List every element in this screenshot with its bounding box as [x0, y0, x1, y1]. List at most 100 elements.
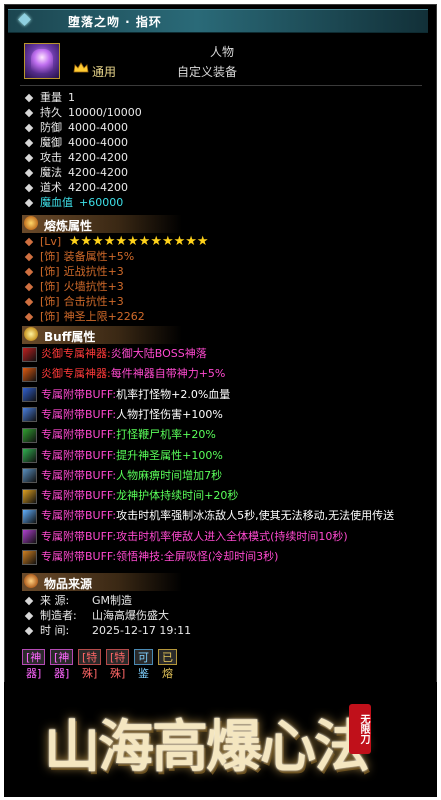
source-row: 来 源: GM制造: [22, 593, 132, 608]
source-section-header: 物品来源: [22, 573, 182, 591]
refine-tag: [饰]: [40, 310, 60, 323]
diamond-bullet-icon: [24, 252, 34, 261]
buff-row: 炎御专属神器:每件神器自带神力+5%: [22, 365, 225, 383]
diamond-bullet-icon: [24, 138, 34, 147]
buff-row: 炎御专属神器:炎御大陆BOSS神落: [22, 345, 207, 363]
refine-level-row: [Lv] ★★★★★★★★★★★★: [22, 234, 209, 249]
sword-red-icon: [22, 346, 37, 362]
item-tag[interactable]: [神器]: [22, 649, 46, 680]
stat-value: 4000-4000: [68, 121, 128, 134]
refine-value: +2262: [107, 310, 145, 323]
buff-prefix: 专属附带BUFF:: [41, 468, 117, 482]
refine-name: 装备属性: [63, 250, 108, 263]
buff-prefix: 专属附带BUFF:: [41, 489, 117, 503]
buff-prefix: 炎御专属神器:: [41, 347, 111, 360]
buff-icon: [24, 327, 38, 341]
refine-tag: [饰]: [40, 265, 60, 278]
diamond-bullet-icon: [24, 626, 34, 635]
bag-icon: [24, 574, 38, 588]
refine-name: 火墙抗性: [63, 280, 108, 293]
source-header-label: 物品来源: [44, 577, 93, 591]
green-orb-icon: [22, 448, 37, 463]
stat-label: 重量: [40, 91, 62, 104]
refine-row: [饰] 火墙抗性+3: [22, 279, 124, 294]
stat-value: 4200-4200: [68, 166, 128, 179]
stat-value: 4200-4200: [68, 151, 128, 164]
stat-row: 防御 4000-4000: [22, 120, 128, 135]
refine-row: [饰] 装备属性+5%: [22, 249, 134, 264]
diamond-icon: [18, 13, 31, 26]
level-tag: [Lv]: [40, 235, 62, 248]
sword-blue-icon: [22, 407, 37, 423]
buff-text: 人物打怪伤害+100%: [116, 407, 223, 421]
refine-name: 合击抗性: [63, 295, 108, 308]
buff-prefix: 专属附带BUFF:: [41, 448, 117, 462]
buff-text: 攻击时机率强制冰冻敌人5秒,使其无法移动,无法使用传送: [116, 509, 395, 523]
diamond-bullet-icon: [24, 153, 34, 162]
source-value: GM制造: [92, 594, 133, 607]
buff-row: 专属附带BUFF:提升神圣属性+100%: [22, 447, 223, 465]
source-label: 时 间:: [40, 624, 70, 637]
ring-item-icon[interactable]: [24, 43, 60, 79]
refine-value: +3: [107, 295, 124, 308]
logo-seal: 无限刀: [349, 704, 371, 754]
buff-text: 机率打怪物+2.0%血量: [116, 387, 231, 401]
buff-row: 专属附带BUFF:领悟神技:全屏吸怪(冷却时间3秒): [22, 548, 278, 566]
buff-prefix: 专属附带BUFF:: [41, 428, 117, 442]
diamond-bullet-icon: [24, 312, 34, 321]
buff-row: 专属附带BUFF:人物麻痹时间增加7秒: [22, 467, 222, 485]
stat-row: 魔血值 +60000: [22, 195, 123, 210]
item-tag[interactable]: [特殊]: [78, 649, 102, 680]
source-value: 山海高爆伤盛大: [92, 609, 169, 622]
refine-tag: [饰]: [40, 280, 60, 293]
buff-text: 炎御大陆BOSS神落: [110, 347, 207, 360]
diamond-bullet-icon: [24, 596, 34, 605]
buff-prefix: 专属附带BUFF:: [41, 387, 117, 401]
buff-prefix: 专属附带BUFF:: [41, 529, 117, 543]
refine-header-label: 熔炼属性: [44, 219, 93, 233]
buff-text: 领悟神技:全屏吸怪(冷却时间3秒): [116, 550, 279, 563]
stat-label: 防御: [40, 121, 62, 134]
refine-tag: [饰]: [40, 250, 60, 263]
diamond-bullet-icon: [24, 123, 34, 132]
stat-label: 魔血值: [40, 196, 73, 209]
green-blade-icon: [22, 427, 37, 443]
buff-header-label: Buff属性: [44, 330, 96, 344]
buff-row: 专属附带BUFF:打怪鞭尸机率+20%: [22, 426, 216, 444]
refine-value: +5%: [107, 250, 135, 263]
buff-row: 专属附带BUFF:人物打怪伤害+100%: [22, 406, 223, 424]
diamond-bullet-icon: [24, 611, 34, 620]
item-tag[interactable]: 可鉴定: [134, 649, 153, 696]
source-label: 来 源:: [40, 594, 70, 607]
diamond-bullet-icon: [24, 183, 34, 192]
stat-row: 持久 10000/10000: [22, 105, 142, 120]
buff-prefix: 专属附带BUFF:: [41, 509, 117, 523]
buff-text: 每件神器自带神力+5%: [110, 367, 226, 381]
blue-gem-icon: [22, 387, 37, 403]
stat-row: 重量 1: [22, 90, 75, 105]
diamond-bullet-icon: [24, 297, 34, 306]
stat-row: 道术 4200-4200: [22, 180, 128, 195]
stat-value: +60000: [79, 196, 124, 209]
buff-text: 龙神护体持续时间+20秒: [116, 489, 239, 503]
stat-label: 魔御: [40, 136, 62, 149]
buff-text: 人物麻痹时间增加7秒: [116, 468, 223, 482]
stat-label: 攻击: [40, 151, 62, 164]
item-tag[interactable]: [神器]: [50, 649, 74, 680]
diamond-bullet-icon: [24, 108, 34, 117]
item-tag[interactable]: [特殊]: [106, 649, 130, 680]
source-row: 制造者: 山海高爆伤盛大: [22, 608, 169, 623]
buff-row: 专属附带BUFF:机率打怪物+2.0%血量: [22, 386, 230, 404]
refine-row: [饰] 近战抗性+3: [22, 264, 124, 279]
item-tag[interactable]: 已熔炼: [158, 649, 177, 696]
ice-icon: [22, 508, 37, 524]
refine-tag: [饰]: [40, 295, 60, 308]
stat-label: 魔法: [40, 166, 62, 179]
stat-value: 1: [68, 91, 75, 104]
stat-label: 道术: [40, 181, 62, 194]
refine-icon: [24, 216, 38, 230]
source-row: 时 间: 2025-12-17 19:11: [22, 623, 191, 638]
divider: [20, 85, 422, 86]
sword-orange-icon: [22, 366, 37, 382]
diamond-bullet-icon: [24, 168, 34, 177]
